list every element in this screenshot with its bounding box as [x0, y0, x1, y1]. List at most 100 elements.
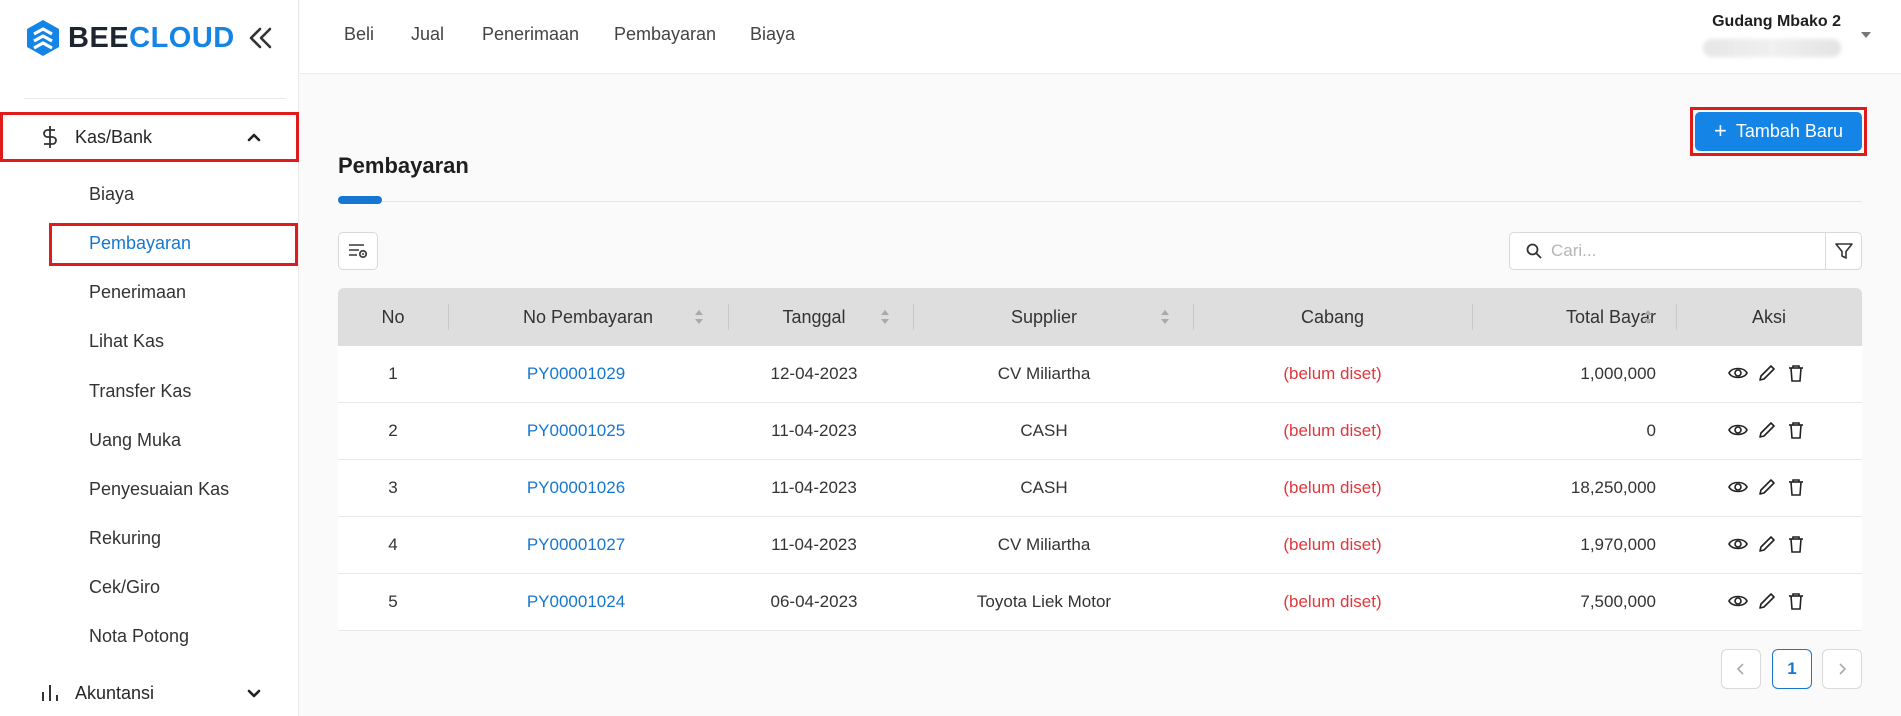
- edit-icon[interactable]: [1757, 477, 1775, 497]
- cell-supplier: Toyota Liek Motor: [976, 592, 1112, 611]
- col-header-no: No: [381, 307, 405, 327]
- sidebar-subitem-transfer-kas[interactable]: Transfer Kas: [89, 378, 191, 404]
- sort-icon[interactable]: [1643, 309, 1653, 325]
- column-settings-button[interactable]: [338, 232, 378, 270]
- sidebar-subitem-rekuring[interactable]: Rekuring: [89, 525, 161, 551]
- topnav-beli[interactable]: Beli: [344, 24, 374, 45]
- search-icon: [1526, 243, 1542, 259]
- table-row: 3 PY00001026 11-04-2023 CASH (belum dise…: [338, 460, 1862, 517]
- topnav-jual[interactable]: Jual: [411, 24, 444, 45]
- cell-payment-code[interactable]: PY00001029: [448, 346, 704, 402]
- add-new-button[interactable]: + Tambah Baru: [1695, 112, 1862, 151]
- row-actions: [1728, 420, 1804, 440]
- sidebar-item-label: Akuntansi: [75, 682, 155, 703]
- user-email-blurred: [1703, 39, 1841, 57]
- brand-part-cloud: CLOUD: [129, 21, 235, 54]
- cell-total: 1,000,000: [1580, 364, 1656, 383]
- sidebar-subitem-lihat-kas[interactable]: Lihat Kas: [89, 328, 164, 354]
- edit-icon[interactable]: [1757, 591, 1775, 611]
- sidebar-subitem-pembayaran[interactable]: Pembayaran: [89, 230, 191, 256]
- edit-icon[interactable]: [1757, 534, 1775, 554]
- col-header-cabang: Cabang: [1300, 307, 1365, 327]
- cell-cabang: (belum diset): [1283, 592, 1382, 611]
- view-icon[interactable]: [1728, 363, 1748, 383]
- sidebar-item-kas-bank[interactable]: Kas/Bank: [0, 112, 299, 162]
- col-header-total-bayar[interactable]: Total Bayar: [1472, 288, 1656, 346]
- col-header-no-pembayaran[interactable]: No Pembayaran: [448, 288, 728, 346]
- delete-icon[interactable]: [1786, 534, 1804, 554]
- delete-icon[interactable]: [1786, 591, 1804, 611]
- delete-icon[interactable]: [1786, 420, 1804, 440]
- top-navigation: Beli Jual Penerimaan Pembayaran Biaya Gu…: [300, 0, 1901, 74]
- pagination-page-button[interactable]: 1: [1772, 649, 1812, 689]
- cell-date: 06-04-2023: [770, 592, 858, 611]
- topnav-biaya[interactable]: Biaya: [750, 24, 795, 45]
- pagination-next-button[interactable]: [1822, 649, 1862, 689]
- column-settings-icon: [349, 244, 368, 259]
- row-actions: [1728, 477, 1804, 497]
- cell-cabang: (belum diset): [1283, 364, 1382, 383]
- table-row: 2 PY00001025 11-04-2023 CASH (belum dise…: [338, 403, 1862, 460]
- search-field[interactable]: [1509, 232, 1826, 270]
- table-row: 1 PY00001029 12-04-2023 CV Miliartha (be…: [338, 346, 1862, 403]
- chevron-left-icon: [1736, 663, 1744, 675]
- cell-supplier: CASH: [1020, 478, 1068, 497]
- table-row: 4 PY00001027 11-04-2023 CV Miliartha (be…: [338, 517, 1862, 574]
- sidebar-subitem-cek-giro[interactable]: Cek/Giro: [89, 574, 160, 600]
- cell-no: 1: [388, 364, 398, 383]
- view-icon[interactable]: [1728, 477, 1748, 497]
- view-icon[interactable]: [1728, 591, 1748, 611]
- view-icon[interactable]: [1728, 534, 1748, 554]
- topnav-penerimaan[interactable]: Penerimaan: [482, 24, 579, 45]
- sidebar-subitem-biaya[interactable]: Biaya: [89, 181, 134, 207]
- cell-payment-code[interactable]: PY00001026: [448, 460, 704, 516]
- brand-part-bee: BEE: [68, 21, 130, 54]
- cell-payment-code[interactable]: PY00001025: [448, 403, 704, 459]
- cell-total: 1,970,000: [1580, 535, 1656, 554]
- pagination-prev-button[interactable]: [1721, 649, 1761, 689]
- cell-supplier: CV Miliartha: [997, 535, 1091, 554]
- sidebar-subitem-nota-potong[interactable]: Nota Potong: [89, 623, 189, 649]
- cell-supplier: CASH: [1020, 421, 1068, 440]
- sidebar-subitem-penyesuaian-kas[interactable]: Penyesuaian Kas: [89, 476, 229, 502]
- dollar-icon: [43, 126, 57, 148]
- sidebar-divider: [24, 98, 286, 99]
- view-icon[interactable]: [1728, 420, 1748, 440]
- caret-down-icon[interactable]: [1859, 30, 1873, 40]
- cell-date: 11-04-2023: [771, 478, 857, 497]
- bee-logo-icon: [27, 20, 59, 56]
- sidebar-subitem-uang-muka[interactable]: Uang Muka: [89, 427, 181, 453]
- edit-icon[interactable]: [1757, 420, 1775, 440]
- chevron-up-icon: [247, 133, 261, 142]
- title-accent-bar: [338, 196, 382, 204]
- col-header-supplier[interactable]: Supplier: [913, 288, 1175, 346]
- col-header-tanggal[interactable]: Tanggal: [728, 288, 900, 346]
- cell-total: 7,500,000: [1580, 592, 1656, 611]
- sort-icon[interactable]: [1160, 309, 1170, 325]
- brand-logo[interactable]: BEECLOUD: [26, 18, 235, 58]
- cell-cabang: (belum diset): [1283, 535, 1382, 554]
- col-header-aksi: Aksi: [1751, 307, 1786, 327]
- cell-payment-code[interactable]: PY00001024: [448, 574, 704, 630]
- delete-icon[interactable]: [1786, 363, 1804, 383]
- edit-icon[interactable]: [1757, 363, 1775, 383]
- cell-payment-code[interactable]: PY00001027: [448, 517, 704, 573]
- cell-no: 2: [388, 421, 398, 440]
- sort-icon[interactable]: [694, 309, 704, 325]
- topnav-pembayaran[interactable]: Pembayaran: [614, 24, 716, 45]
- brand-name: BEECLOUD: [68, 22, 235, 55]
- cell-date: 11-04-2023: [771, 421, 857, 440]
- user-name: Gudang Mbako 2: [1712, 13, 1841, 30]
- collapse-sidebar-icon[interactable]: [246, 24, 274, 52]
- filter-button[interactable]: [1825, 232, 1862, 270]
- table-row: 5 PY00001024 06-04-2023 Toyota Liek Moto…: [338, 574, 1862, 631]
- sort-icon[interactable]: [880, 309, 890, 325]
- sidebar-subitem-penerimaan[interactable]: Penerimaan: [89, 279, 186, 305]
- cell-no: 4: [388, 535, 398, 554]
- search-input[interactable]: [1551, 241, 1811, 261]
- sidebar-item-akuntansi[interactable]: Akuntansi: [0, 668, 299, 716]
- app-root: BEECLOUD Kas/Bank Biaya Pembayaran Pener…: [0, 0, 1901, 716]
- user-menu[interactable]: Gudang Mbako 2: [1703, 13, 1841, 57]
- cell-cabang: (belum diset): [1283, 478, 1382, 497]
- delete-icon[interactable]: [1786, 477, 1804, 497]
